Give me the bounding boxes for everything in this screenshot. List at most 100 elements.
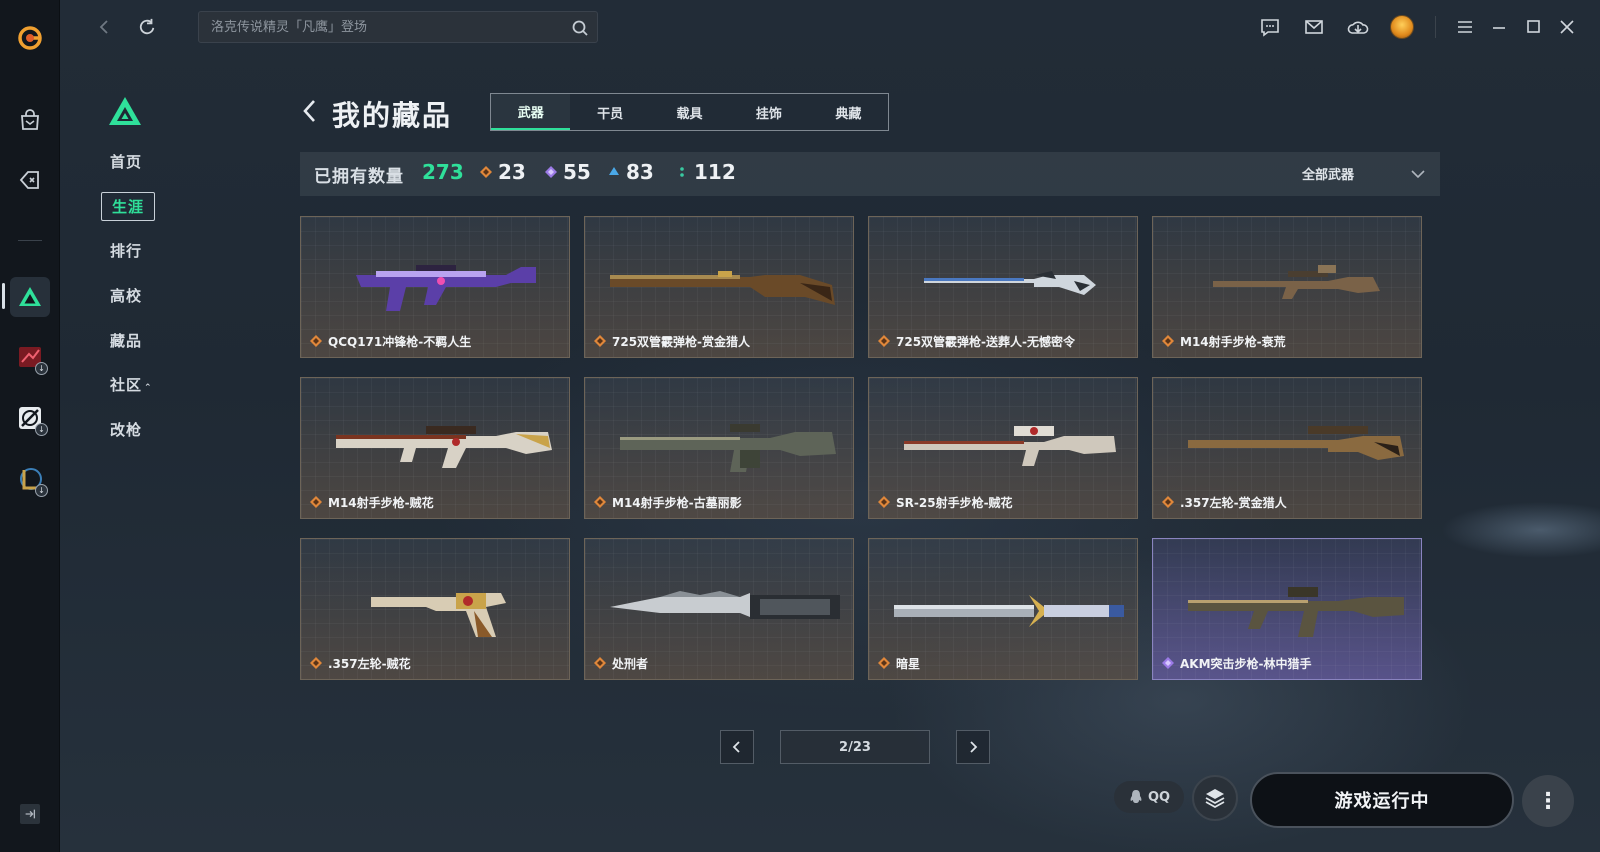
chevron-right-icon [970, 741, 978, 753]
chat-icon[interactable] [1255, 12, 1285, 42]
back-arrow-icon[interactable] [300, 98, 320, 124]
tag-icon[interactable] [10, 160, 50, 200]
weapon-filter-dropdown[interactable]: 全部武器 [1302, 164, 1426, 183]
item-card[interactable]: 处刑者 [584, 538, 854, 680]
item-name: 725双管霰弹枪-送葬人-无憾密令 [896, 335, 1076, 349]
rare-count-value: 83 [626, 160, 654, 184]
legendary-gem-icon [480, 166, 492, 178]
rail-active-marker [2, 283, 5, 309]
item-card[interactable]: QCQ171冲锋枪-不羁人生 [300, 216, 570, 358]
legendary-gem-icon [594, 496, 606, 508]
shotgun-weapon-icon [924, 271, 1096, 295]
sidebar-item-ranking[interactable]: 排行 [110, 240, 142, 261]
game-icon-red[interactable]: ↓ [10, 337, 50, 377]
rail-divider [18, 240, 42, 241]
item-name: 处刑者 [612, 657, 649, 671]
legendary-gem-icon [1162, 496, 1174, 508]
legendary-gem-icon [878, 335, 890, 347]
tab-operators[interactable]: 干员 [570, 94, 649, 130]
pagination: 2/23 [300, 730, 1440, 764]
item-name: 暗星 [896, 657, 921, 671]
next-page-button[interactable] [956, 730, 990, 764]
search-bar [198, 11, 598, 43]
layers-button[interactable] [1192, 775, 1238, 821]
mail-icon[interactable] [1299, 12, 1329, 42]
sidebar-item-community[interactable]: 社区 ⌃ [110, 374, 153, 395]
legendary-gem-icon [310, 496, 322, 508]
tab-vehicles[interactable]: 载具 [650, 94, 729, 130]
item-name: .357左轮-贼花 [328, 657, 411, 671]
download-icon[interactable] [1343, 12, 1373, 42]
community-label: 社区 [110, 376, 143, 394]
legendary-gem-icon [878, 496, 890, 508]
item-card[interactable]: M14射手步枪-古墓丽影 [584, 377, 854, 519]
tab-charms[interactable]: 挂饰 [729, 94, 808, 130]
delta-force-game-icon[interactable] [10, 277, 50, 317]
qq-account-button[interactable]: QQ [1114, 781, 1184, 813]
item-card[interactable]: 暗星 [868, 538, 1138, 680]
owned-count-label: 已拥有数量 [314, 167, 404, 187]
game-running-button[interactable]: 游戏运行中 [1250, 772, 1514, 828]
delta-force-logo-icon [109, 97, 141, 125]
revolver-weapon-icon [371, 593, 506, 637]
search-icon[interactable] [571, 19, 589, 37]
page-title: 我的藏品 [332, 99, 453, 132]
qq-penguin-icon [1130, 790, 1142, 803]
rifle-weapon-icon [1188, 426, 1404, 460]
maximize-icon[interactable] [1518, 12, 1548, 42]
item-card[interactable]: M14射手步枪-衰荒 [1152, 216, 1422, 358]
sidebar-item-home[interactable]: 首页 [110, 151, 142, 172]
item-card[interactable]: M14射手步枪-贼花 [300, 377, 570, 519]
refresh-icon[interactable] [132, 12, 162, 42]
menu-icon[interactable] [1450, 12, 1480, 42]
item-card[interactable]: AKM突击步枪-林中猎手 [1152, 538, 1422, 680]
page-indicator[interactable]: 2/23 [780, 730, 930, 764]
legendary-gem-icon [594, 335, 606, 347]
knife-weapon-icon [610, 591, 840, 619]
item-name: .357左轮-赏金猎人 [1180, 496, 1287, 510]
sidebar-item-career[interactable]: 生涯 [101, 192, 156, 221]
sidebar-item-collection[interactable]: 藏品 [110, 330, 142, 351]
minimize-icon[interactable] [1484, 12, 1514, 42]
search-input[interactable] [199, 12, 597, 42]
game-icon-crosshair[interactable]: ↓ [10, 398, 50, 438]
close-icon[interactable] [1552, 12, 1582, 42]
common-count: 112 [676, 160, 736, 184]
more-options-button[interactable]: ⋮ [1522, 775, 1574, 827]
collapse-sidebar-icon[interactable] [20, 804, 40, 824]
prev-page-button[interactable] [720, 730, 754, 764]
rifle-weapon-icon [336, 426, 552, 468]
common-gem-icon [680, 167, 684, 177]
legendary-gem-icon [594, 657, 606, 669]
ownership-stats-bar: 已拥有数量 273 23 55 83 112 全部武器 [300, 152, 1440, 196]
sidebar-item-college[interactable]: 高校 [110, 285, 142, 306]
blade-weapon-icon [894, 595, 1124, 627]
legendary-count-value: 23 [498, 160, 526, 184]
item-card[interactable]: 725双管霰弹枪-送葬人-无憾密令 [868, 216, 1138, 358]
app-logo-icon[interactable] [10, 18, 50, 58]
caret-up-icon: ⌃ [144, 383, 153, 393]
tab-collectibles[interactable]: 典藏 [809, 94, 888, 130]
tab-weapons[interactable]: 武器 [491, 94, 571, 130]
back-nav-icon[interactable] [90, 12, 120, 42]
item-card[interactable]: SR-25射手步枪-贼花 [868, 377, 1138, 519]
user-avatar[interactable] [1387, 12, 1417, 42]
top-bar [60, 0, 1600, 54]
store-bag-icon[interactable] [10, 100, 50, 140]
rare-gem-icon [609, 167, 619, 175]
sidebar-item-gunsmith[interactable]: 改枪 [110, 419, 142, 440]
legendary-gem-icon [1162, 335, 1174, 347]
item-card[interactable]: .357左轮-贼花 [300, 538, 570, 680]
download-badge-icon: ↓ [35, 423, 48, 436]
epic-gem-icon [1162, 657, 1174, 669]
item-name: 725双管霰弹枪-赏金猎人 [612, 335, 751, 349]
item-card[interactable]: 725双管霰弹枪-赏金猎人 [584, 216, 854, 358]
download-badge-icon: ↓ [35, 484, 48, 497]
league-game-icon[interactable]: ↓ [10, 459, 50, 499]
shotgun-weapon-icon [610, 271, 835, 305]
qq-label: QQ [1147, 789, 1171, 805]
smg-weapon-icon [356, 265, 536, 311]
chevron-down-icon [1411, 169, 1425, 178]
item-card[interactable]: .357左轮-赏金猎人 [1152, 377, 1422, 519]
layers-icon [1205, 789, 1225, 809]
